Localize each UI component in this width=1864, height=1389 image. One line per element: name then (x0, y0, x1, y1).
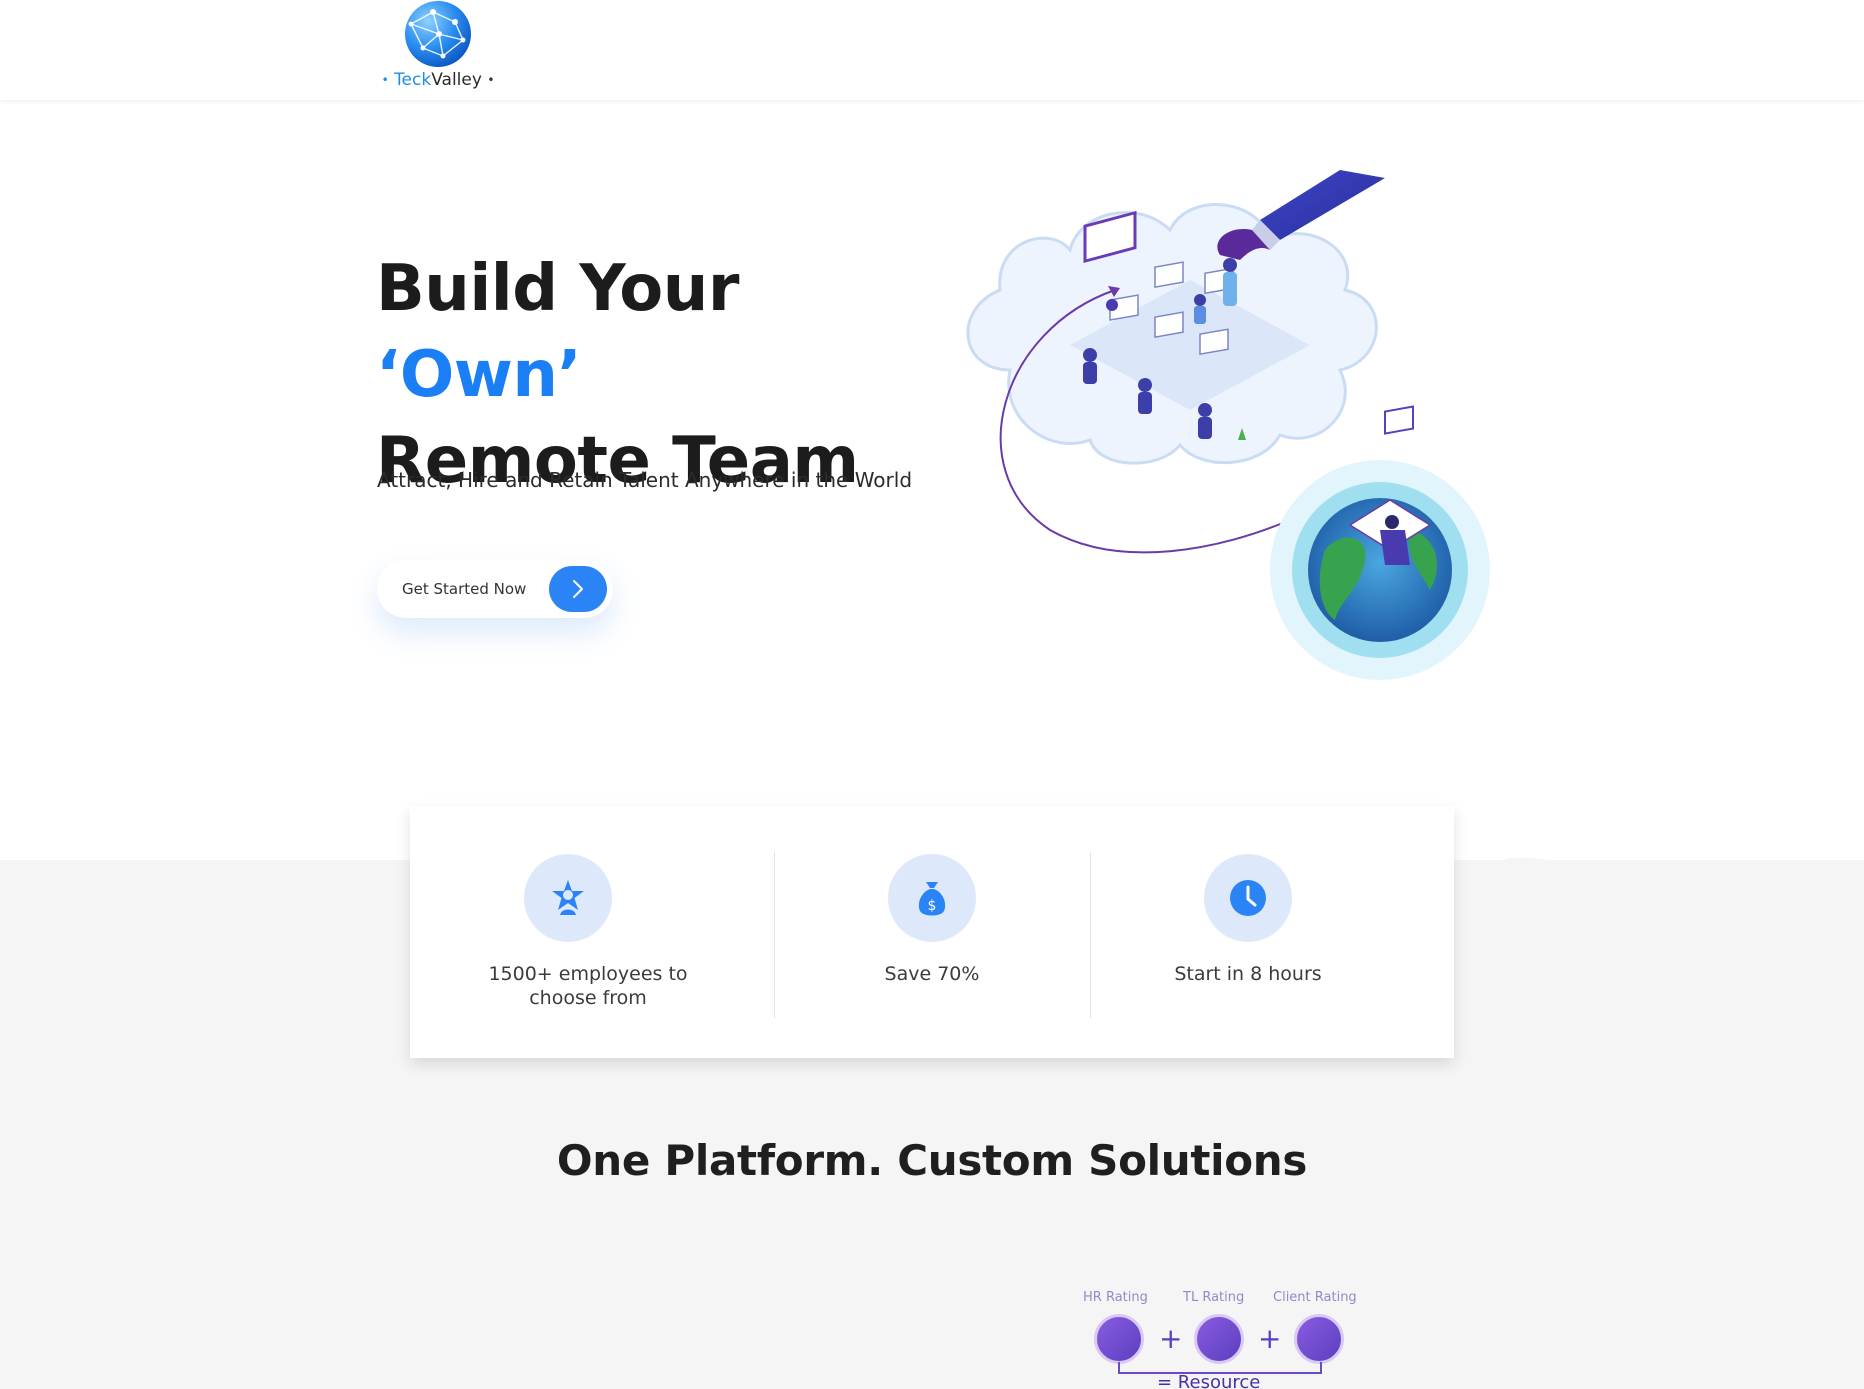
feature-save-text: Save 70% (884, 963, 980, 985)
feature-employees-text: 1500+ employees to choose from (488, 963, 688, 1009)
remote-team-illustration (966, 170, 1490, 680)
hero-title-part1: Build Your (376, 252, 739, 326)
hr-rating-label: HR Rating (1083, 1290, 1148, 1305)
feature-start: Start in 8 hours (1090, 806, 1406, 1058)
feature-start-text: Start in 8 hours (1174, 963, 1322, 985)
feature-employees: 1500+ employees to choose from (410, 806, 726, 1058)
hr-rating-icon (1094, 1314, 1144, 1364)
plus-sign: + (1159, 1322, 1183, 1355)
tl-rating-icon (1194, 1314, 1244, 1364)
teckvalley-logo[interactable]: • TeckValley • (378, 0, 498, 96)
logo-dot-right: • (487, 73, 495, 87)
logo-wordmark: • TeckValley • (378, 70, 498, 90)
globe-logo-icon (405, 1, 471, 67)
site-header: • TeckValley • (0, 0, 1864, 100)
svg-text:$: $ (928, 898, 937, 914)
features-card: 1500+ employees to choose from $ Save 70… (410, 806, 1454, 1058)
logo-text-teck: Teck (394, 70, 432, 90)
money-bag-icon: $ (888, 854, 976, 942)
clock-icon (1204, 854, 1292, 942)
feature-save: $ Save 70% (774, 806, 1090, 1058)
hero-title-accent: ‘Own’ (376, 338, 582, 412)
tl-rating-label: TL Rating (1183, 1290, 1245, 1305)
solutions-heading: One Platform. Custom Solutions (556, 1136, 1308, 1185)
logo-text-valley: Valley (431, 70, 482, 90)
client-rating-label: Client Rating (1273, 1290, 1357, 1305)
resource-result: = Resource (1157, 1372, 1261, 1389)
chevron-right-icon[interactable] (549, 566, 607, 612)
plus-sign: + (1258, 1322, 1282, 1355)
get-started-label: Get Started Now (402, 580, 527, 598)
hero-subtitle: Attract, Hire and Retain Talent Anywhere… (377, 468, 913, 492)
star-person-icon (524, 854, 612, 942)
get-started-button[interactable]: Get Started Now (377, 560, 613, 618)
logo-dot-left: • (381, 73, 389, 87)
hero-title: Build Your ‘Own’ Remote Team (376, 246, 936, 504)
client-rating-icon (1294, 1314, 1344, 1364)
